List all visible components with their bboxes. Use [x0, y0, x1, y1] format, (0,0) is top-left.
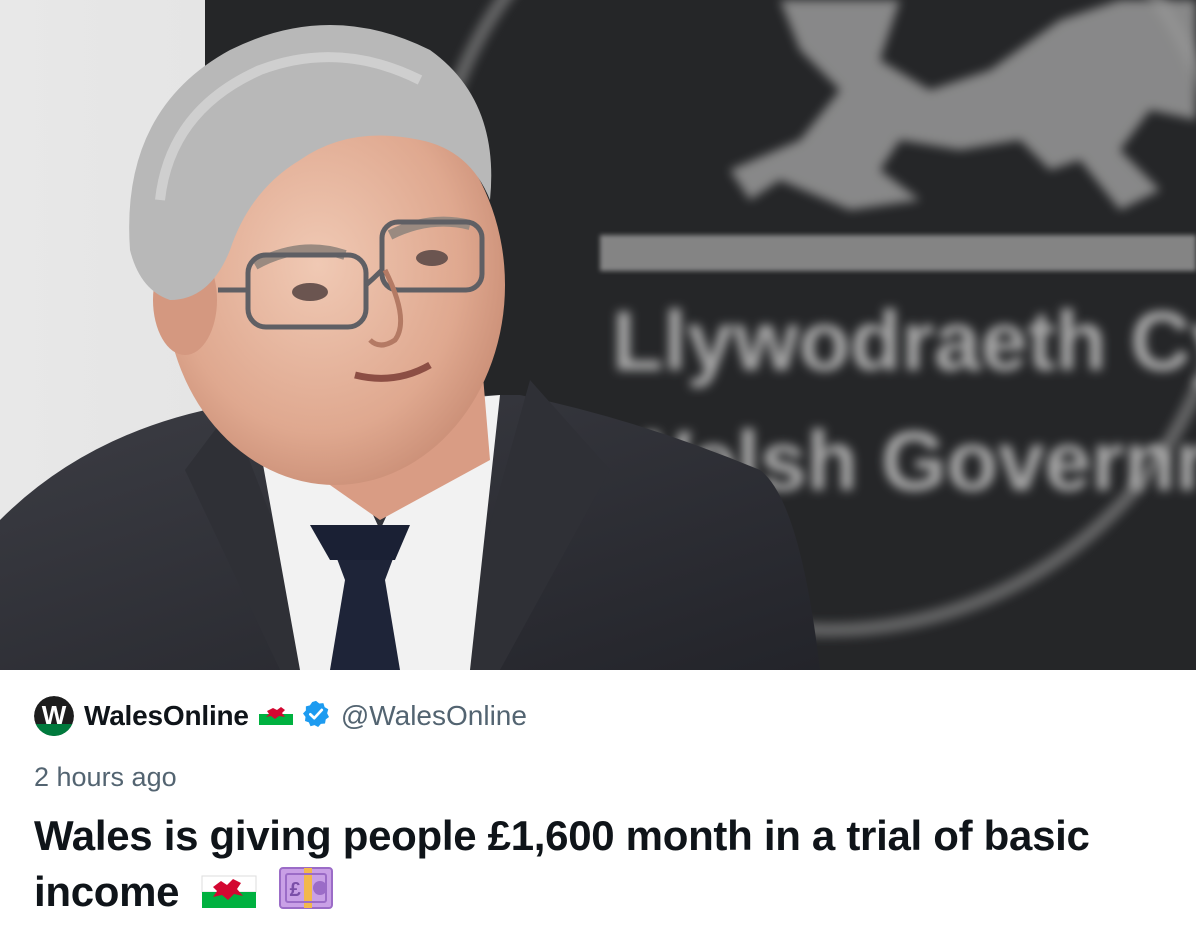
author-handle[interactable]: @WalesOnline — [341, 700, 527, 732]
tweet-card[interactable]: Llywodraeth Cy Welsh Governm W WalesOnli… — [0, 0, 1196, 932]
timestamp[interactable]: 2 hours ago — [34, 762, 177, 793]
flag-wales-icon — [258, 702, 293, 730]
headline[interactable]: Wales is giving people £1,600 month in a… — [34, 808, 1174, 926]
tweet-photo[interactable]: Llywodraeth Cy Welsh Governm — [0, 0, 1196, 670]
photo-illustration: Llywodraeth Cy Welsh Governm — [0, 0, 1196, 670]
verified-badge-icon — [301, 699, 331, 734]
backdrop-text-welsh: Llywodraeth Cy — [612, 294, 1196, 388]
tweet-author-row: W WalesOnline @WalesOnline — [34, 692, 527, 740]
avatar-letter: W — [42, 700, 67, 730]
flag-wales-icon — [201, 870, 257, 926]
pound-banknote-icon: £ — [278, 864, 334, 926]
svg-text:£: £ — [290, 879, 301, 901]
author-name[interactable]: WalesOnline — [84, 700, 249, 732]
avatar[interactable]: W — [34, 696, 74, 736]
headline-text: Wales is giving people £1,600 month in a… — [34, 812, 1090, 915]
